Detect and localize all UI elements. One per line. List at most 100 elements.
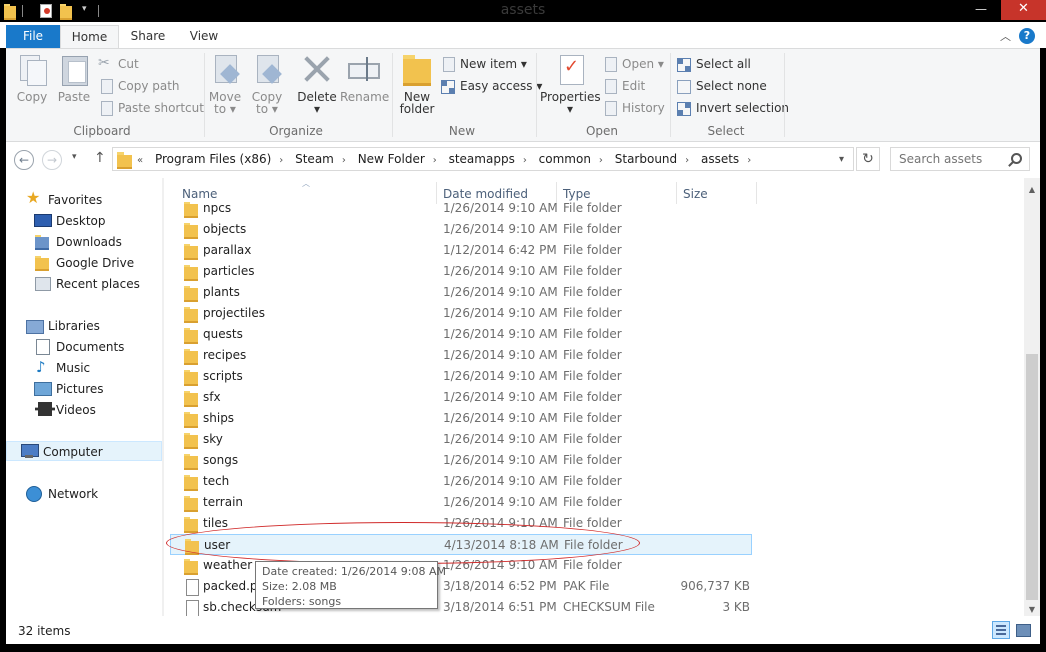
details-view-icon[interactable] <box>992 621 1010 639</box>
tab-view[interactable]: View <box>182 25 226 48</box>
address-dropdown-button[interactable]: ▾ <box>839 154 844 165</box>
scroll-thumb[interactable] <box>1026 354 1038 600</box>
folder-icon <box>184 475 200 491</box>
new-folder-button[interactable]: New folder <box>398 53 436 115</box>
divider <box>392 53 393 137</box>
table-row[interactable]: sky 1/26/2014 9:10 AM File folder <box>170 429 752 450</box>
easy-access-button[interactable]: Easy access ▾ <box>440 77 542 95</box>
sidebar-item-desktop[interactable]: Desktop <box>34 211 106 231</box>
videos-icon <box>34 402 55 416</box>
breadcrumb-item[interactable]: New Folder <box>358 152 425 166</box>
history-button[interactable]: History <box>602 99 665 117</box>
breadcrumb-separator[interactable]: › <box>523 155 527 166</box>
collapse-ribbon-icon[interactable]: ︿ <box>1000 28 1011 44</box>
search-input[interactable] <box>891 148 1009 170</box>
sidebar-item-label: Recent places <box>56 277 140 291</box>
table-row[interactable]: recipes 1/26/2014 9:10 AM File folder <box>170 345 752 366</box>
tab-file[interactable]: File <box>6 25 60 48</box>
breadcrumb-separator[interactable]: › <box>685 155 689 166</box>
breadcrumb-separator[interactable]: › <box>342 155 346 166</box>
select-none-icon <box>676 79 692 94</box>
sidebar-item-music[interactable]: Music <box>34 357 90 378</box>
highlight-annotation-ellipse <box>166 522 640 564</box>
search-icon[interactable] <box>1011 153 1022 164</box>
help-icon[interactable]: ? <box>1019 28 1035 44</box>
sidebar-item-downloads[interactable]: Downloads <box>34 232 122 252</box>
copy-to-button[interactable]: Copy to ▾ <box>250 53 284 115</box>
sidebar-item-computer[interactable]: Computer <box>6 441 162 461</box>
table-row[interactable]: objects 1/26/2014 9:10 AM File folder <box>170 219 752 240</box>
table-row[interactable]: plants 1/26/2014 9:10 AM File folder <box>170 282 752 303</box>
move-to-button[interactable]: Move to ▾ <box>208 53 242 115</box>
breadcrumb-separator[interactable]: › <box>599 155 603 166</box>
rename-button[interactable]: Rename <box>340 53 389 103</box>
table-row[interactable]: projectiles 1/26/2014 9:10 AM File folder <box>170 303 752 324</box>
file-type: File folder <box>563 369 622 383</box>
paste-button[interactable]: Paste <box>56 53 92 103</box>
breadcrumb-separator[interactable]: › <box>747 155 751 166</box>
paste-shortcut-button[interactable]: Paste shortcut <box>98 99 204 117</box>
invert-selection-button[interactable]: Invert selection <box>676 99 789 117</box>
close-button[interactable]: ✕ <box>1001 0 1046 20</box>
table-row[interactable]: terrain 1/26/2014 9:10 AM File folder <box>170 492 752 513</box>
copy-to-icon <box>251 53 283 85</box>
title-bar: ▾ assets — ✕ <box>0 0 1046 22</box>
table-row[interactable]: quests 1/26/2014 9:10 AM File folder <box>170 324 752 345</box>
refresh-button[interactable]: ↻ <box>856 147 880 171</box>
window-bottom-edge <box>0 644 1046 652</box>
file-name: songs <box>203 453 239 467</box>
table-row[interactable]: particles 1/26/2014 9:10 AM File folder <box>170 261 752 282</box>
tab-share[interactable]: Share <box>124 25 172 48</box>
new-item-button[interactable]: New item ▾ <box>440 55 527 73</box>
recent-locations-button[interactable]: ▾ <box>72 152 77 162</box>
sidebar-item-recent-places[interactable]: Recent places <box>34 274 140 294</box>
breadcrumb-item[interactable]: Program Files (x86) <box>155 152 271 166</box>
breadcrumb-item[interactable]: steamapps <box>449 152 515 166</box>
open-button[interactable]: Open ▾ <box>602 55 664 73</box>
large-icons-view-icon[interactable] <box>1014 621 1032 639</box>
select-all-label: Select all <box>696 57 751 71</box>
address-bar[interactable]: « Program Files (x86) › Steam › New Folder… <box>112 147 854 171</box>
properties-button[interactable]: Properties ▾ <box>540 53 601 115</box>
sidebar-item-videos[interactable]: Videos <box>34 400 96 420</box>
table-row[interactable]: ships 1/26/2014 9:10 AM File folder <box>170 408 752 429</box>
file-date-modified: 1/26/2014 9:10 AM <box>443 453 558 467</box>
breadcrumb-item[interactable]: common <box>539 152 591 166</box>
vertical-scrollbar[interactable]: ▲ ▼ <box>1024 178 1040 616</box>
sidebar-item-label: Google Drive <box>56 256 135 270</box>
up-button[interactable]: ↑ <box>94 150 106 166</box>
sidebar-item-favorites[interactable]: Favorites <box>26 188 102 210</box>
tooltip-size: Size: 2.08 MB <box>262 580 337 593</box>
breadcrumb-item[interactable]: Starbound <box>615 152 677 166</box>
table-row[interactable]: songs 1/26/2014 9:10 AM File folder <box>170 450 752 471</box>
table-row[interactable]: npcs 1/26/2014 9:10 AM File folder <box>170 198 752 219</box>
sidebar-item-pictures[interactable]: Pictures <box>34 379 104 399</box>
breadcrumb-item[interactable]: Steam <box>295 152 334 166</box>
edit-button[interactable]: Edit <box>602 77 645 95</box>
scroll-up-button[interactable]: ▲ <box>1024 182 1040 198</box>
breadcrumb-separator[interactable]: › <box>433 155 437 166</box>
breadcrumb-item-current[interactable]: assets <box>701 152 739 166</box>
table-row[interactable]: tech 1/26/2014 9:10 AM File folder <box>170 471 752 492</box>
back-button[interactable]: ← <box>14 150 34 170</box>
sidebar-item-libraries[interactable]: Libraries <box>26 316 100 336</box>
breadcrumb-separator[interactable]: › <box>279 155 283 166</box>
select-none-button[interactable]: Select none <box>676 77 767 95</box>
tab-home[interactable]: Home <box>60 25 119 48</box>
delete-button[interactable]: Delete ▾ <box>296 53 338 115</box>
copy-path-button[interactable]: Copy path <box>98 77 180 95</box>
cut-button[interactable]: Cut <box>98 54 139 73</box>
sidebar-item-network[interactable]: Network <box>26 484 98 504</box>
forward-button[interactable]: → <box>42 150 62 170</box>
breadcrumb-overflow[interactable]: « <box>137 155 143 166</box>
folder-icon <box>184 265 200 281</box>
minimize-button[interactable]: — <box>970 0 992 20</box>
group-label-organize: Organize <box>269 124 323 138</box>
sidebar-item-documents[interactable]: Documents <box>34 337 124 357</box>
table-row[interactable]: sfx 1/26/2014 9:10 AM File folder <box>170 387 752 408</box>
table-row[interactable]: parallax 1/12/2014 6:42 PM File folder <box>170 240 752 261</box>
copy-button[interactable]: Copy <box>14 53 50 103</box>
sidebar-item-google-drive[interactable]: Google Drive <box>34 253 134 273</box>
table-row[interactable]: scripts 1/26/2014 9:10 AM File folder <box>170 366 752 387</box>
select-all-button[interactable]: Select all <box>676 55 751 73</box>
